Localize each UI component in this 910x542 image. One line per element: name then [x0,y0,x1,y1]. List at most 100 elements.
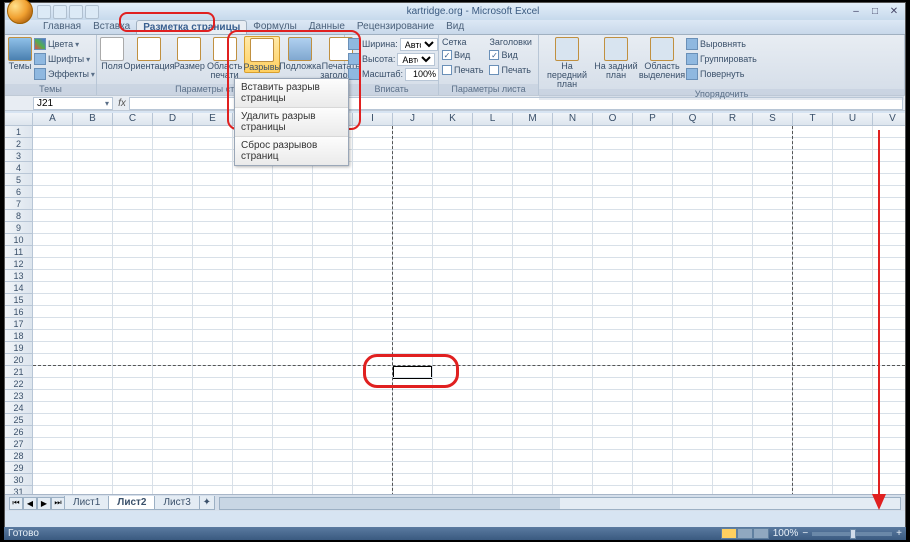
send-back-button[interactable]: На задний план [594,36,638,80]
row-header-5[interactable]: 5 [5,174,32,186]
qat-undo-icon[interactable] [53,5,67,19]
sheet-tab-1[interactable]: Лист1 [64,496,109,510]
row-header-30[interactable]: 30 [5,474,32,486]
themes-button[interactable]: Темы [8,36,32,71]
row-header-13[interactable]: 13 [5,270,32,282]
row-header-25[interactable]: 25 [5,414,32,426]
orientation-button[interactable]: Ориентация [126,36,172,71]
row-header-28[interactable]: 28 [5,450,32,462]
sheet-tab-2[interactable]: Лист2 [108,496,155,510]
close-button[interactable]: ✕ [885,5,903,18]
row-header-16[interactable]: 16 [5,306,32,318]
col-header-N[interactable]: N [553,113,593,125]
tab-home[interactable]: Главная [37,20,87,34]
row-header-3[interactable]: 3 [5,150,32,162]
scale-input[interactable] [405,68,439,81]
row-header-27[interactable]: 27 [5,438,32,450]
row-header-26[interactable]: 26 [5,426,32,438]
row-header-29[interactable]: 29 [5,462,32,474]
row-header-8[interactable]: 8 [5,210,32,222]
row-header-15[interactable]: 15 [5,294,32,306]
horizontal-scrollbar[interactable] [219,497,901,510]
rotate-button[interactable]: Повернуть [686,67,757,81]
col-header-L[interactable]: L [473,113,513,125]
insert-break-item[interactable]: Вставить разрыв страницы [235,79,348,108]
fx-icon[interactable]: fx [115,98,129,109]
sheet-tab-3[interactable]: Лист3 [154,496,199,510]
col-header-B[interactable]: B [73,113,113,125]
sheet-nav-first[interactable]: ⏮ [9,497,23,510]
row-header-6[interactable]: 6 [5,186,32,198]
tab-data[interactable]: Данные [303,20,351,34]
col-header-E[interactable]: E [193,113,233,125]
row-header-19[interactable]: 19 [5,342,32,354]
tab-page-layout[interactable]: Разметка страницы [136,20,247,34]
row-header-18[interactable]: 18 [5,330,32,342]
zoom-thumb[interactable] [850,529,856,539]
size-button[interactable]: Размер [174,36,205,71]
row-header-24[interactable]: 24 [5,402,32,414]
background-button[interactable]: Подложка [282,36,318,71]
row-header-1[interactable]: 1 [5,126,32,138]
grid-print-check[interactable]: Печать [442,63,483,77]
row-header-2[interactable]: 2 [5,138,32,150]
tab-view[interactable]: Вид [440,20,470,34]
zoom-in-button[interactable]: + [896,528,902,539]
row-header-10[interactable]: 10 [5,234,32,246]
new-sheet-button[interactable]: ✦ [199,496,215,510]
margins-button[interactable]: Поля [100,36,124,71]
head-print-check[interactable]: Печать [489,63,531,77]
sheet-nav-prev[interactable]: ◀ [23,497,37,510]
col-header-T[interactable]: T [793,113,833,125]
office-button[interactable] [7,0,33,24]
fonts-button[interactable]: Шрифты▾ [34,52,95,66]
height-select[interactable]: Авто [397,53,435,66]
grid-view-check[interactable]: ✓Вид [442,48,483,62]
hscroll-thumb[interactable] [220,498,560,509]
selection-pane-button[interactable]: Область выделения [640,36,684,80]
col-header-J[interactable]: J [393,113,433,125]
row-header-20[interactable]: 20 [5,354,32,366]
col-header-R[interactable]: R [713,113,753,125]
row-header-7[interactable]: 7 [5,198,32,210]
col-header-U[interactable]: U [833,113,873,125]
group-button[interactable]: Группировать [686,52,757,66]
sheet-nav-next[interactable]: ▶ [37,497,51,510]
qat-redo-icon[interactable] [69,5,83,19]
select-all-corner[interactable] [5,113,33,125]
view-normal-button[interactable] [721,528,737,539]
row-header-14[interactable]: 14 [5,282,32,294]
col-header-V[interactable]: V [873,113,905,125]
zoom-out-button[interactable]: − [802,528,808,539]
col-header-A[interactable]: A [33,113,73,125]
qat-dropdown-icon[interactable] [85,5,99,19]
qat-save-icon[interactable] [37,5,51,19]
row-header-11[interactable]: 11 [5,246,32,258]
col-header-O[interactable]: O [593,113,633,125]
print-area-button[interactable]: Область печати [207,36,242,80]
row-header-4[interactable]: 4 [5,162,32,174]
zoom-slider[interactable] [812,532,892,536]
col-header-C[interactable]: C [113,113,153,125]
breaks-button[interactable]: Разрывы [244,36,280,73]
row-header-17[interactable]: 17 [5,318,32,330]
effects-button[interactable]: Эффекты▾ [34,67,95,81]
col-header-K[interactable]: K [433,113,473,125]
align-button[interactable]: Выровнять [686,37,757,51]
sheet-nav-last[interactable]: ⏭ [51,497,65,510]
colors-button[interactable]: Цвета▾ [34,37,95,51]
view-break-button[interactable] [753,528,769,539]
col-header-D[interactable]: D [153,113,193,125]
row-header-22[interactable]: 22 [5,378,32,390]
width-select[interactable]: Авто [400,38,438,51]
reset-breaks-item[interactable]: Сброс разрывов страниц [235,137,348,165]
view-layout-button[interactable] [737,528,753,539]
minimize-button[interactable]: – [847,5,865,18]
row-header-23[interactable]: 23 [5,390,32,402]
head-view-check[interactable]: ✓Вид [489,48,531,62]
name-box[interactable]: J21▾ [33,97,113,110]
tab-formulas[interactable]: Формулы [247,20,303,34]
col-header-Q[interactable]: Q [673,113,713,125]
col-header-P[interactable]: P [633,113,673,125]
bring-front-button[interactable]: На передний план [542,36,592,89]
